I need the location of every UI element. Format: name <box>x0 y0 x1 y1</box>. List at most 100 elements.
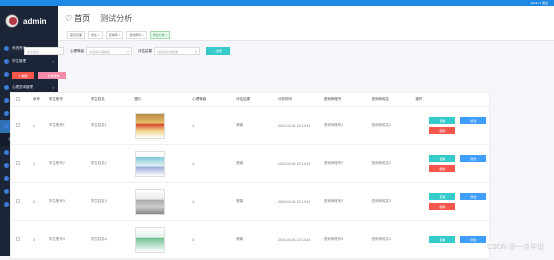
edit-button[interactable]: 修改 <box>460 117 487 124</box>
level-select[interactable]: 请选择心理等级 <box>86 47 132 55</box>
cell-counselor-name: 咨询师姓名1 <box>371 123 391 127</box>
delete-button[interactable]: ✕ 删除 <box>12 72 34 79</box>
cell-account: 学生账号3 <box>48 199 65 203</box>
list-icon <box>4 111 9 116</box>
view-button[interactable]: 查看 <box>429 236 456 243</box>
level-label: 心理等级 <box>70 48 84 53</box>
result-label: 评估结果 <box>138 48 152 53</box>
tab-bar: 首页页面 学生 × 咨询师 × 咨询预约 × 测试分析 × <box>58 30 554 41</box>
report-button[interactable]: ♡ 分析报告 <box>38 72 66 79</box>
cell-level: 4 <box>192 237 195 242</box>
cell-image <box>133 226 191 253</box>
row-select[interactable] <box>11 161 31 166</box>
user-icon <box>4 59 9 64</box>
col-header: 学生姓名 <box>90 97 105 101</box>
cell-name: 学生姓名1 <box>90 123 107 127</box>
cell-ops: 查看 修改 删除 <box>413 193 489 210</box>
book-icon <box>4 150 9 155</box>
breadcrumb: ♡ 首页 测试分析 <box>58 6 554 30</box>
cell-level: 4 <box>192 161 195 166</box>
table-row: 3 学生账号3 学生姓名3 4 健康 2024-04-01 22:13:41 咨… <box>11 183 489 221</box>
chat-icon <box>4 85 9 90</box>
row-checkbox[interactable] <box>16 199 20 203</box>
cell-no: 1 <box>32 123 35 128</box>
cell-ops: 查看 修改 删除 <box>413 117 489 134</box>
cell-ops: 查看 修改 删除 <box>413 155 489 172</box>
delete-row-button[interactable]: 删除 <box>429 127 456 134</box>
row-select[interactable] <box>11 237 31 242</box>
view-button[interactable]: 查看 <box>429 155 456 162</box>
row-checkbox[interactable] <box>16 237 20 241</box>
chevron-down-icon: ▾ <box>52 59 54 64</box>
sidebar-item-students[interactable]: 学生管理 ▾ <box>0 55 58 68</box>
heart-icon <box>4 176 9 181</box>
col-header: 学生账号 <box>48 97 63 101</box>
row-thumbnail[interactable] <box>134 226 165 253</box>
cell-image <box>133 188 191 215</box>
tab-analysis[interactable]: 测试分析 × <box>149 31 171 39</box>
tab-students[interactable]: 学生 × <box>88 31 103 39</box>
student-name-input[interactable]: 学生姓名 <box>24 47 64 55</box>
table-row: 1 学生账号1 学生姓名1 4 健康 2024-04-01 22:13:41 咨… <box>11 107 489 145</box>
row-checkbox[interactable] <box>16 123 20 127</box>
tab-counselors[interactable]: 咨询师 × <box>105 31 124 39</box>
select-all-checkbox[interactable] <box>16 97 20 101</box>
delete-button-label: 删除 <box>21 73 28 78</box>
cell-result: 健康 <box>236 199 244 203</box>
search-icon: ⌕ <box>213 49 216 53</box>
chart-icon <box>4 124 9 129</box>
cell-result: 健康 <box>236 237 244 241</box>
result-select[interactable]: 请选择评估结果 <box>154 47 200 55</box>
row-thumbnail[interactable] <box>134 188 165 215</box>
avatar <box>5 14 19 28</box>
delete-row-button[interactable]: 删除 <box>429 165 456 172</box>
cell-account: 学生账号1 <box>48 123 65 127</box>
sidebar-item-label: 心理咨询管理 <box>12 85 33 89</box>
cell-image <box>133 150 191 177</box>
cell-account: 学生账号2 <box>48 161 65 165</box>
data-table: 序号 学生账号 学生姓名 图片 心理等级 评估结果 分析时间 咨询师账号 咨询师… <box>10 92 490 260</box>
breadcrumb-home[interactable]: 首页 <box>74 13 90 24</box>
delete-row-button[interactable]: 删除 <box>429 203 456 210</box>
student-name-label: 学生姓名 <box>8 48 22 53</box>
cell-result: 健康 <box>236 123 244 127</box>
brand: admin <box>0 6 58 36</box>
view-button[interactable]: 查看 <box>429 193 456 200</box>
search-button[interactable]: ⌕ 搜索 <box>206 47 230 55</box>
row-thumbnail[interactable] <box>134 112 165 139</box>
cell-no: 2 <box>32 161 35 166</box>
heart-icon: ♡ <box>44 73 47 78</box>
action-bar: ✕ 删除 ♡ 分析报告 <box>12 72 66 79</box>
watermark: CSDN @一点毕设 <box>487 244 544 251</box>
sidebar-item-label: 学生管理 <box>12 59 26 63</box>
cell-time: 2024-04-01 22:13:41 <box>277 123 311 128</box>
col-header: 操作 <box>415 97 423 101</box>
cell-result: 健康 <box>236 161 244 165</box>
cell-counselor-account: 咨询师账号2 <box>323 161 344 165</box>
edit-button[interactable]: 修改 <box>460 155 487 162</box>
user-icon <box>4 202 9 207</box>
cell-ops: 查看 修改 <box>413 236 489 243</box>
row-checkbox[interactable] <box>16 161 20 165</box>
tab-booking[interactable]: 咨询预约 × <box>126 31 147 39</box>
cell-name: 学生姓名4 <box>90 237 107 241</box>
cell-no: 3 <box>32 199 35 204</box>
cell-no: 4 <box>32 237 35 242</box>
tab-home[interactable]: 首页页面 <box>67 31 86 39</box>
edit-button[interactable]: 修改 <box>460 193 487 200</box>
edit-button[interactable]: 修改 <box>460 236 487 243</box>
user-icon <box>4 72 9 77</box>
row-thumbnail[interactable] <box>134 150 165 177</box>
table-header: 序号 学生账号 学生姓名 图片 心理等级 评估结果 分析时间 咨询师账号 咨询师… <box>11 93 489 107</box>
cell-counselor-name: 咨询师姓名3 <box>371 199 391 203</box>
row-select[interactable] <box>11 123 31 128</box>
heart-icon: ♡ <box>65 13 73 23</box>
cell-level: 4 <box>192 123 195 128</box>
cell-time: 2024-04-01 22:13:41 <box>277 199 311 204</box>
col-header: 咨询师姓名 <box>371 97 390 101</box>
row-select[interactable] <box>11 199 31 204</box>
view-button[interactable]: 查看 <box>429 117 456 124</box>
calendar-icon <box>4 98 9 103</box>
col-header: 序号 <box>32 97 40 101</box>
select-all-cell[interactable] <box>11 97 31 102</box>
